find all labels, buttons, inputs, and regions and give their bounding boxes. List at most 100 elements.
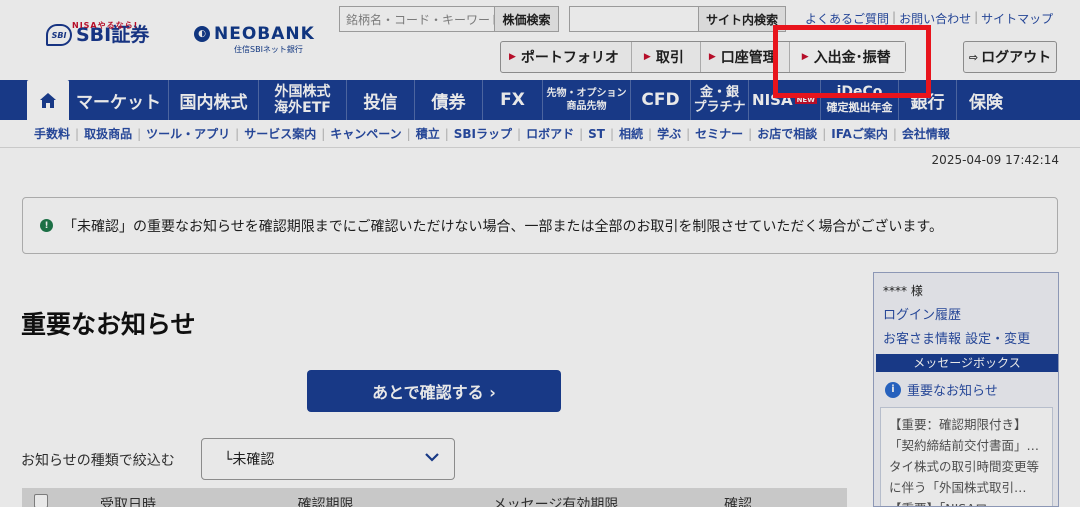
message-item[interactable]: タイ株式の取引時間変更等 xyxy=(889,456,1052,477)
message-item[interactable]: 【重要：確認期限付き】 xyxy=(889,414,1052,435)
message-item[interactable]: に伴う「外国株式取引… xyxy=(889,477,1052,498)
subnav-sbi-wrap[interactable]: SBIラップ xyxy=(454,125,512,142)
customer-settings-link[interactable]: お客さま情報 設定・変更 xyxy=(883,328,1030,347)
divider: | xyxy=(748,126,753,141)
portfolio-label: ポートフォリオ xyxy=(520,50,619,66)
sbi-tagline: NISAやるなら! xyxy=(72,21,139,30)
triangle-right-icon: ▶ xyxy=(509,52,516,62)
nav-market[interactable]: マーケット xyxy=(69,80,169,120)
sub-nav: 手数料 | 取扱商品 | ツール・アプリ | サービス案内 | キャンペーン | 積立 | … xyxy=(0,120,1080,148)
notices-table-header: 受取日時 確認期限 メッセージ有効期限 確認 xyxy=(22,488,847,507)
message-box-heading: メッセージボックス xyxy=(876,354,1058,372)
divider: | xyxy=(444,126,449,141)
sbi-logo-mark: SBI xyxy=(46,24,72,46)
notice-banner: ! 「未確認」の重要なお知らせを確認期限までにご確認いただけない場合、一部または… xyxy=(22,197,1058,254)
home-icon xyxy=(39,92,56,108)
chevron-down-icon xyxy=(425,453,439,462)
subnav-ifa[interactable]: IFAご案内 xyxy=(831,125,888,142)
col-received-date: 受取日時 xyxy=(100,497,156,507)
nav-foreign-stocks-label: 外国株式 xyxy=(274,84,331,100)
subnav-tools-apps[interactable]: ツール・アプリ xyxy=(146,125,230,142)
nav-home[interactable] xyxy=(27,80,69,120)
subnav-fees[interactable]: 手数料 xyxy=(34,125,70,142)
nav-foreign-stocks[interactable]: 外国株式 海外ETF xyxy=(259,80,347,120)
message-item[interactable]: 【重要】「NISAロ… xyxy=(889,498,1052,506)
user-name: **** 様 xyxy=(883,284,923,298)
col-message-expiry: メッセージ有効期限 xyxy=(492,497,619,507)
divider: | xyxy=(822,126,827,141)
subnav-savings[interactable]: 積立 xyxy=(416,125,440,142)
notice-text: 「未確認」の重要なお知らせを確認期限までにご確認いただけない場合、一部または全部… xyxy=(63,218,944,235)
divider: | xyxy=(321,126,326,141)
trade-label: 取引 xyxy=(655,50,684,66)
divider: | xyxy=(609,126,615,141)
exclamation-icon: ! xyxy=(40,219,53,232)
nav-gold-silver[interactable]: 金・銀 プラチナ xyxy=(691,80,749,120)
stock-search-input[interactable]: 銘柄名・コード・キーワード xyxy=(339,6,495,32)
sbi-logo[interactable]: NISAやるなら! SBI SBI証券 xyxy=(46,21,149,46)
subnav-st[interactable]: ST xyxy=(588,127,605,141)
highlight-box xyxy=(773,25,931,98)
triangle-right-icon: ▶ xyxy=(643,52,651,62)
nav-domestic-stocks[interactable]: 国内株式 xyxy=(169,80,259,120)
nav-cfd[interactable]: CFD xyxy=(631,80,691,120)
neobank-sub-name: 住信SBIネット銀行 xyxy=(234,45,303,54)
nav-fx[interactable]: FX xyxy=(483,80,543,120)
check-later-button[interactable]: あとで確認する › xyxy=(307,370,561,412)
site-search-input[interactable] xyxy=(569,6,699,32)
subnav-learn[interactable]: 学ぶ xyxy=(657,125,681,142)
col-confirm-deadline: 確認期限 xyxy=(297,497,354,507)
neobank-logo[interactable]: ◐ NEOBANK 住信SBIネット銀行 xyxy=(194,24,315,55)
subnav-inheritance[interactable]: 相続 xyxy=(619,125,643,142)
logout-button[interactable]: ⇨ ログアウト xyxy=(963,41,1057,73)
neobank-brand-name: NEOBANK xyxy=(214,24,315,44)
important-notices-label: 重要なお知らせ xyxy=(907,384,998,399)
divider: | xyxy=(75,126,80,141)
triangle-right-icon: ▶ xyxy=(708,52,716,62)
login-history-link[interactable]: ログイン履歴 xyxy=(883,304,961,323)
portfolio-button[interactable]: ▶ ポートフォリオ xyxy=(501,42,632,72)
important-notices-link[interactable]: i 重要なお知らせ xyxy=(885,380,998,399)
divider: | xyxy=(648,126,653,141)
divider: | xyxy=(406,126,411,141)
nav-commodity-futures-label: 商品先物 xyxy=(566,101,607,112)
logout-icon: ⇨ xyxy=(968,50,979,64)
nav-futures-options[interactable]: 先物・オプション 商品先物 xyxy=(543,80,631,120)
account-management-label: 口座管理 xyxy=(720,50,777,66)
message-list: 【重要：確認期限付き】 「契約締結前交付書面」… タイ株式の取引時間変更等 に伴… xyxy=(880,407,1053,506)
info-icon: i xyxy=(885,381,901,398)
nav-insurance[interactable]: 保険 xyxy=(957,80,1015,120)
current-datetime: 2025-04-09 17:42:14 xyxy=(931,153,1059,167)
subnav-products[interactable]: 取扱商品 xyxy=(84,125,132,142)
subnav-store-consult[interactable]: お店で相談 xyxy=(757,125,817,142)
divider: | xyxy=(517,126,522,141)
notice-type-select[interactable]: └未確認 xyxy=(201,438,455,480)
divider: | xyxy=(579,126,584,141)
neobank-mark-icon: ◐ xyxy=(194,26,210,42)
nav-platinum-label: プラチナ xyxy=(693,100,746,115)
subnav-company-info[interactable]: 会社情報 xyxy=(902,125,950,142)
divider: | xyxy=(137,126,142,141)
message-item[interactable]: 「契約締結前交付書面」… xyxy=(889,435,1052,456)
col-confirm: 確認 xyxy=(724,497,752,507)
nav-defined-contribution-label: 確定拠出年金 xyxy=(826,101,893,114)
nav-futures-options-label: 先物・オプション xyxy=(546,88,627,99)
divider: | xyxy=(892,126,897,141)
select-all-checkbox[interactable] xyxy=(34,494,48,507)
divider: | xyxy=(235,126,240,141)
nav-investment-trusts[interactable]: 投信 xyxy=(347,80,415,120)
subnav-robo-advisor[interactable]: ロボアド xyxy=(526,125,574,142)
nav-overseas-etf-label: 海外ETF xyxy=(274,100,331,116)
nav-gold-silver-label: 金・銀 xyxy=(699,85,739,100)
sitemap-link[interactable]: サイトマップ xyxy=(978,10,1056,27)
nav-bonds[interactable]: 債券 xyxy=(415,80,483,120)
account-sidebar: **** 様 ログイン履歴 お客さま情報 設定・変更 メッセージボックス i 重… xyxy=(873,272,1059,507)
logout-label: ログアウト xyxy=(981,50,1052,66)
subnav-seminars[interactable]: セミナー xyxy=(695,125,743,142)
subnav-services[interactable]: サービス案内 xyxy=(244,125,316,142)
subnav-campaigns[interactable]: キャンペーン xyxy=(330,125,401,142)
stock-search-button[interactable]: 株価検索 xyxy=(494,6,559,32)
page-title: 重要なお知らせ xyxy=(21,310,196,339)
divider: | xyxy=(686,126,691,141)
trade-button[interactable]: ▶ 取引 xyxy=(632,42,701,72)
